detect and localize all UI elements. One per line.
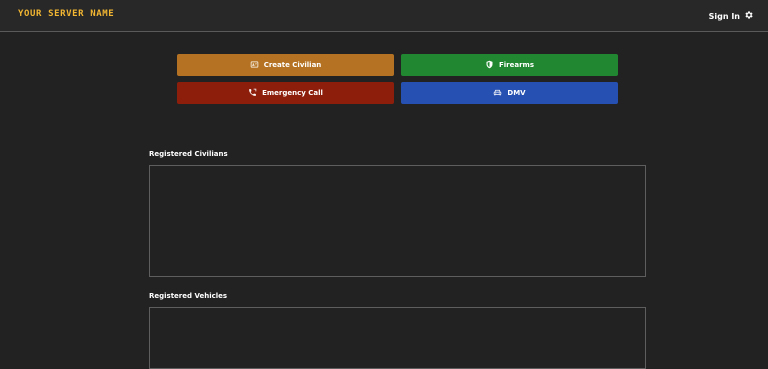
firearms-label: Firearms	[498, 61, 535, 69]
sign-in-label: Sign In	[708, 11, 740, 21]
create-civilian-button[interactable]: Create Civilian	[177, 54, 394, 76]
shield-icon	[485, 60, 494, 71]
emergency-call-button[interactable]: Emergency Call	[177, 82, 394, 104]
emergency-call-label: Emergency Call	[262, 89, 323, 97]
phone-icon	[248, 88, 257, 99]
sign-in-button[interactable]: Sign In	[709, 9, 754, 23]
registered-vehicles-panel	[149, 307, 646, 369]
brand-title[interactable]: YOUR SERVER NAME	[18, 9, 114, 19]
dmv-button[interactable]: DMV	[401, 82, 618, 104]
registered-vehicles-heading: Registered Vehicles	[149, 292, 228, 300]
registered-civilians-panel	[149, 165, 646, 277]
create-civilian-label: Create Civilian	[263, 61, 322, 69]
car-icon	[493, 88, 502, 99]
dmv-label: DMV	[507, 89, 526, 97]
firearms-button[interactable]: Firearms	[401, 54, 618, 76]
registered-civilians-heading: Registered Civilians	[149, 150, 228, 158]
gear-icon	[744, 10, 754, 22]
top-navbar: YOUR SERVER NAME Sign In	[0, 0, 768, 32]
id-card-icon	[250, 60, 259, 71]
